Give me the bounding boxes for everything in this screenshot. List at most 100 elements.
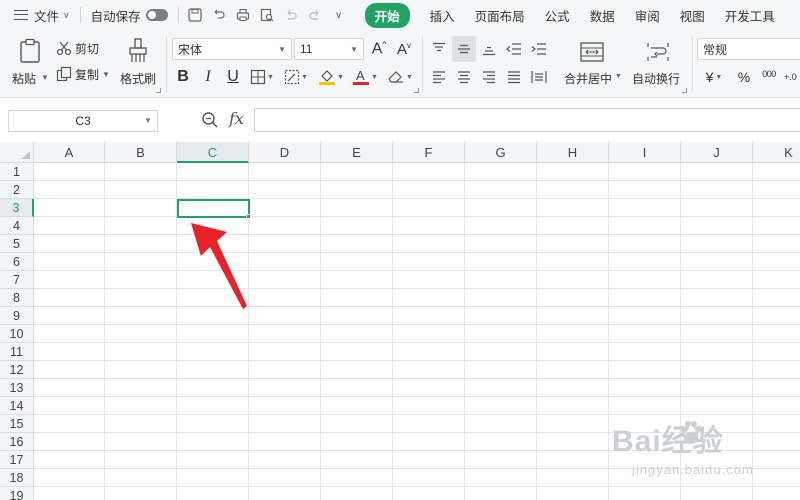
- row-header-7[interactable]: 7: [0, 271, 34, 289]
- font-size-select[interactable]: 11 ▼: [294, 38, 364, 60]
- font-name-select[interactable]: 宋体 ▼: [172, 38, 292, 60]
- increase-font-button[interactable]: A^: [368, 38, 390, 60]
- row-header-19[interactable]: 19: [0, 487, 34, 500]
- zoom-icon[interactable]: [201, 111, 219, 129]
- group-launcher-icon[interactable]: [682, 88, 687, 93]
- merge-center-button[interactable]: 合并居中 ▼: [562, 34, 622, 96]
- align-middle-button[interactable]: [452, 36, 476, 62]
- chevron-down-icon: ▼: [350, 44, 358, 54]
- redo-icon[interactable]: [307, 7, 323, 23]
- column-header-d[interactable]: D: [249, 142, 321, 163]
- column-header-k[interactable]: K: [753, 142, 800, 163]
- divider: [422, 36, 423, 92]
- decrease-font-button[interactable]: Av: [393, 38, 415, 60]
- row-header-17[interactable]: 17: [0, 451, 34, 469]
- undo-icon[interactable]: [283, 7, 299, 23]
- increase-indent-button[interactable]: [528, 38, 550, 60]
- tab-developer[interactable]: 开发工具: [715, 0, 785, 30]
- align-bottom-button[interactable]: [478, 38, 500, 60]
- row-header-16[interactable]: 16: [0, 433, 34, 451]
- column-header-g[interactable]: G: [465, 142, 537, 163]
- cell-style-button[interactable]: ▼: [282, 66, 310, 88]
- column-header-c[interactable]: C: [177, 142, 249, 163]
- row-header-2[interactable]: 2: [0, 181, 34, 199]
- tab-data[interactable]: 数据: [580, 0, 625, 30]
- outdent-icon: [506, 43, 521, 55]
- tab-view[interactable]: 视图: [670, 0, 715, 30]
- grid-line: [34, 270, 800, 271]
- grid-line: [34, 216, 800, 217]
- fill-color-button[interactable]: ▼: [316, 66, 346, 88]
- tab-review[interactable]: 审阅: [625, 0, 670, 30]
- row-header-3[interactable]: 3: [0, 199, 34, 217]
- row-header-10[interactable]: 10: [0, 325, 34, 343]
- print-icon[interactable]: [235, 7, 251, 23]
- align-top-button[interactable]: [428, 38, 450, 60]
- cut-button[interactable]: 剪切: [56, 38, 106, 58]
- font-color-button[interactable]: A ▼: [350, 66, 380, 88]
- decrease-indent-button[interactable]: [503, 38, 525, 60]
- copy-button[interactable]: 复制 ▼: [56, 64, 114, 84]
- autosave-toggle[interactable]: 自动保存: [85, 0, 174, 30]
- align-center-button[interactable]: [453, 66, 475, 88]
- fill-handle[interactable]: [246, 214, 251, 219]
- column-header-b[interactable]: B: [105, 142, 177, 163]
- italic-button[interactable]: I: [198, 66, 218, 88]
- column-header-e[interactable]: E: [321, 142, 393, 163]
- add-decimal-button[interactable]: +.0: [784, 66, 800, 88]
- underline-button[interactable]: U: [223, 66, 243, 88]
- group-launcher-icon[interactable]: [156, 88, 161, 93]
- row-header-12[interactable]: 12: [0, 361, 34, 379]
- row-header-8[interactable]: 8: [0, 289, 34, 307]
- distributed-button[interactable]: [528, 66, 550, 88]
- row-header-15[interactable]: 15: [0, 415, 34, 433]
- quick-access-more-icon[interactable]: ∨: [331, 7, 347, 23]
- bold-button[interactable]: B: [173, 66, 193, 88]
- wrap-text-button[interactable]: 自动换行: [630, 34, 686, 96]
- active-cell[interactable]: [177, 199, 250, 218]
- grid-line: [34, 342, 800, 343]
- file-menu[interactable]: 文件 ∨: [0, 0, 76, 30]
- currency-button[interactable]: ¥ ▼: [700, 66, 728, 88]
- divider: [79, 7, 81, 23]
- formula-input[interactable]: [254, 108, 800, 132]
- output-icon[interactable]: [211, 7, 227, 23]
- column-header-f[interactable]: F: [393, 142, 465, 163]
- column-header-a[interactable]: A: [34, 142, 105, 163]
- row-header-5[interactable]: 5: [0, 235, 34, 253]
- thousands-button[interactable]: 000: [758, 66, 780, 88]
- row-header-18[interactable]: 18: [0, 469, 34, 487]
- print-preview-icon[interactable]: [259, 7, 275, 23]
- save-icon[interactable]: [187, 7, 203, 23]
- insert-function-button[interactable]: fx: [229, 109, 244, 128]
- merge-center-label: 合并居中: [564, 72, 613, 86]
- column-header-i[interactable]: I: [609, 142, 681, 163]
- borders-button[interactable]: ▼: [248, 66, 276, 88]
- group-launcher-icon[interactable]: [414, 88, 419, 93]
- tab-page-layout[interactable]: 页面布局: [465, 0, 535, 30]
- row-header-11[interactable]: 11: [0, 343, 34, 361]
- row-header-14[interactable]: 14: [0, 397, 34, 415]
- number-format-select[interactable]: 常规: [697, 38, 800, 60]
- column-header-j[interactable]: J: [681, 142, 753, 163]
- column-header-h[interactable]: H: [537, 142, 609, 163]
- tab-insert[interactable]: 插入: [420, 0, 465, 30]
- currency-icon: ¥: [705, 69, 714, 85]
- row-header-13[interactable]: 13: [0, 379, 34, 397]
- percent-button[interactable]: %: [734, 66, 754, 88]
- justify-button[interactable]: [503, 66, 525, 88]
- align-right-button[interactable]: [478, 66, 500, 88]
- tab-home[interactable]: 开始: [355, 0, 420, 30]
- align-left-button[interactable]: [428, 66, 450, 88]
- paste-button[interactable]: 粘贴 ▼: [10, 34, 50, 96]
- format-painter-button[interactable]: 格式刷: [118, 34, 158, 96]
- row-header-4[interactable]: 4: [0, 217, 34, 235]
- name-box[interactable]: C3 ▼: [8, 110, 158, 132]
- select-all-button[interactable]: [0, 142, 34, 163]
- clear-button[interactable]: ▼: [385, 66, 415, 88]
- cut-label: 剪切: [75, 41, 100, 56]
- tab-formulas[interactable]: 公式: [535, 0, 580, 30]
- row-header-1[interactable]: 1: [0, 163, 34, 181]
- row-header-6[interactable]: 6: [0, 253, 34, 271]
- row-header-9[interactable]: 9: [0, 307, 34, 325]
